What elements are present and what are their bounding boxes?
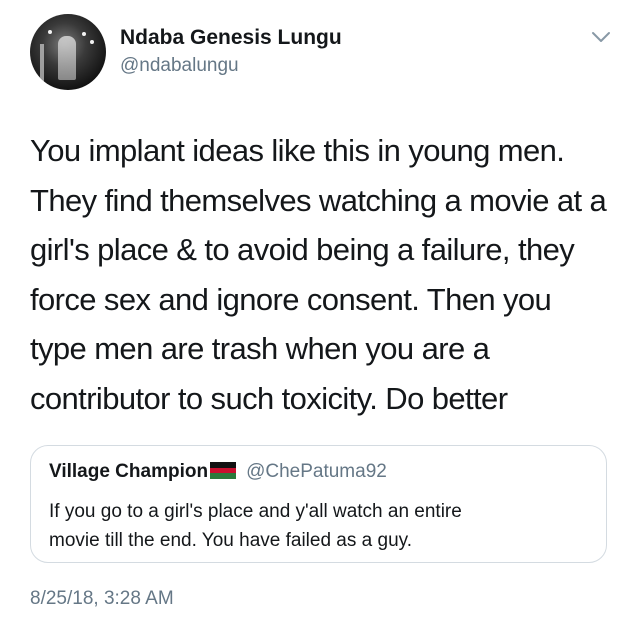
avatar[interactable] [30, 14, 106, 90]
quoted-tweet-header: Village Champion @ChePatuma92 [49, 461, 387, 483]
author-name[interactable]: Ndaba Genesis Lungu [120, 26, 342, 50]
avatar-photo-light [48, 30, 52, 34]
tweet-text: You implant ideas like this in young men… [30, 133, 607, 416]
avatar-photo-detail [40, 44, 44, 84]
chevron-down-icon[interactable] [591, 30, 611, 44]
quoted-author-name: Village Champion [49, 461, 209, 482]
author-handle[interactable]: @ndabalungu [120, 55, 239, 77]
avatar-photo-light [90, 40, 94, 44]
quoted-tweet-card[interactable]: Village Champion @ChePatuma92 If you go t… [30, 445, 607, 563]
malawi-flag-icon [210, 462, 237, 479]
avatar-photo-light [82, 32, 86, 36]
avatar-photo-figure [58, 36, 76, 80]
tweet-timestamp[interactable]: 8/25/18, 3:28 AM [30, 588, 174, 610]
quoted-tweet-text: If you go to a girl's place and y'all wa… [49, 501, 462, 551]
quoted-author-handle: @ChePatuma92 [246, 461, 387, 482]
